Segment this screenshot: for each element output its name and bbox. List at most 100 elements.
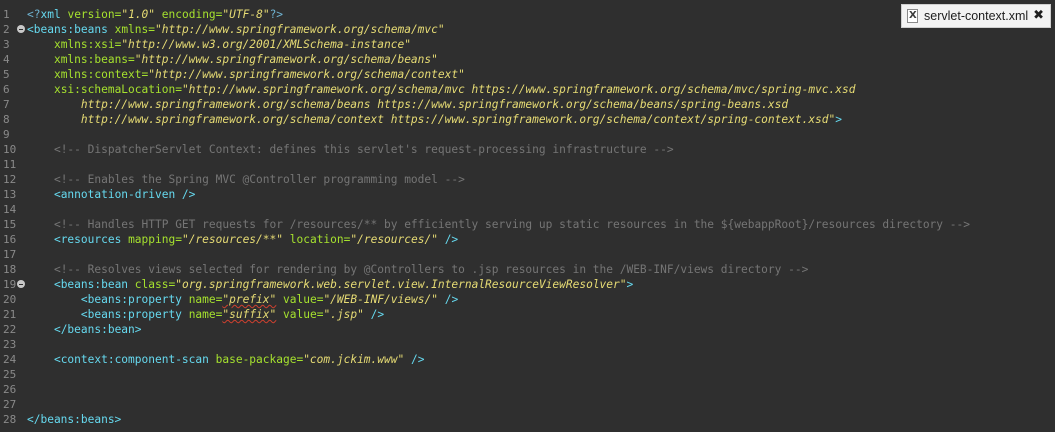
line-number: 8 bbox=[3, 113, 10, 126]
code-line[interactable]: 2 <beans:beans xmlns="http://www.springfr… bbox=[0, 22, 1055, 37]
code-token: <beans:property bbox=[80, 293, 182, 306]
code-text: <!-- DispatcherServlet Context: defines … bbox=[27, 142, 674, 157]
code-text: xmlns:xsi="http://www.w3.org/2001/XMLSch… bbox=[27, 37, 411, 52]
code-text: xmlns:beans="http://www.springframework.… bbox=[27, 52, 438, 67]
code-line[interactable]: 12 <!-- Enables the Spring MVC @Controll… bbox=[0, 172, 1055, 187]
code-line[interactable]: 5 xmlns:context="http://www.springframew… bbox=[0, 67, 1055, 82]
code-line[interactable]: 9 bbox=[0, 127, 1055, 142]
line-number: 6 bbox=[3, 83, 10, 96]
line-number: 16 bbox=[3, 233, 17, 246]
code-line[interactable]: 26 bbox=[0, 382, 1055, 397]
code-line[interactable]: 17 bbox=[0, 247, 1055, 262]
line-number: 19 bbox=[3, 278, 17, 291]
line-number: 1 bbox=[3, 8, 10, 21]
code-line[interactable]: 4 xmlns:beans="http://www.springframewor… bbox=[0, 52, 1055, 67]
code-token: > bbox=[626, 278, 634, 291]
code-token: <? bbox=[27, 8, 41, 21]
code-area[interactable]: 1 <?xml version="1.0" encoding="UTF-8"?> 2… bbox=[0, 7, 1055, 427]
code-line[interactable]: 19 <beans:bean class="org.springframewor… bbox=[0, 277, 1055, 292]
line-number: 12 bbox=[3, 173, 17, 186]
code-line[interactable]: 7 http://www.springframework.org/schema/… bbox=[0, 97, 1055, 112]
code-line[interactable]: 23 bbox=[0, 337, 1055, 352]
line-number: 27 bbox=[3, 398, 17, 411]
code-line[interactable]: 27 bbox=[0, 397, 1055, 412]
code-line[interactable]: 10 <!-- DispatcherServlet Context: defin… bbox=[0, 142, 1055, 157]
line-number: 5 bbox=[3, 68, 10, 81]
close-icon[interactable]: ✖ bbox=[1033, 5, 1044, 27]
tab-title: servlet-context.xml bbox=[924, 9, 1029, 23]
code-line[interactable]: 22 </beans:bean> bbox=[0, 322, 1055, 337]
line-number: 3 bbox=[3, 38, 10, 51]
line-number: 14 bbox=[3, 203, 17, 216]
line-number: 24 bbox=[3, 353, 17, 366]
code-token: xmlns= bbox=[114, 23, 155, 36]
code-text: </beans:beans> bbox=[27, 412, 121, 427]
line-number: 17 bbox=[3, 248, 17, 261]
fold-collapse-icon[interactable] bbox=[17, 25, 25, 33]
code-line[interactable]: 15 <!-- Handles HTTP GET requests for /r… bbox=[0, 217, 1055, 232]
code-line[interactable]: 24 <context:component-scan base-package=… bbox=[0, 352, 1055, 367]
code-text: <beans:bean class="org.springframework.w… bbox=[27, 277, 633, 292]
code-token: <beans:property bbox=[80, 308, 182, 321]
code-token: /> bbox=[410, 353, 425, 366]
code-text: xmlns:context="http://www.springframewor… bbox=[27, 67, 465, 82]
code-line[interactable]: 16 <resources mapping="/resources/**" lo… bbox=[0, 232, 1055, 247]
code-token: <annotation-driven /> bbox=[53, 188, 196, 201]
code-token: /> bbox=[444, 233, 459, 246]
code-line[interactable]: 14 bbox=[0, 202, 1055, 217]
code-line[interactable]: 28 </beans:beans> bbox=[0, 412, 1055, 427]
line-number: 2 bbox=[3, 23, 10, 36]
code-token: xmlns:context= bbox=[53, 68, 149, 81]
line-number: 25 bbox=[3, 368, 17, 381]
editor-tab[interactable]: X servlet-context.xml ✖ bbox=[901, 4, 1051, 28]
code-text: <context:component-scan base-package="co… bbox=[27, 352, 425, 367]
line-number: 9 bbox=[3, 128, 10, 141]
code-token: "/resources/**" bbox=[181, 233, 283, 246]
line-number: 15 bbox=[3, 218, 17, 231]
code-line[interactable]: 8 http://www.springframework.org/schema/… bbox=[0, 112, 1055, 127]
code-token: "suffix" bbox=[222, 308, 277, 321]
code-line[interactable]: 18 <!-- Resolves views selected for rend… bbox=[0, 262, 1055, 277]
code-text: http://www.springframework.org/schema/be… bbox=[27, 97, 788, 112]
code-line[interactable]: 6 xsi:schemaLocation="http://www.springf… bbox=[0, 82, 1055, 97]
code-token: <!-- Handles HTTP GET requests for /reso… bbox=[53, 218, 970, 231]
code-token: <resources bbox=[53, 233, 122, 246]
code-token: <context:component-scan bbox=[53, 353, 209, 366]
code-token: ?> bbox=[269, 8, 284, 21]
code-token: value= bbox=[283, 293, 324, 306]
code-token: <!-- Enables the Spring MVC @Controller … bbox=[53, 173, 465, 186]
code-line[interactable]: 20 <beans:property name="prefix" value="… bbox=[0, 292, 1055, 307]
code-line[interactable]: 11 bbox=[0, 157, 1055, 172]
code-token: "/resources/" bbox=[350, 233, 438, 246]
code-text: <beans:beans xmlns="http://www.springfra… bbox=[27, 22, 445, 37]
xml-editor[interactable]: 1 <?xml version="1.0" encoding="UTF-8"?> 2… bbox=[0, 0, 1055, 432]
code-line[interactable]: 1 <?xml version="1.0" encoding="UTF-8"?> bbox=[0, 7, 1055, 22]
code-line[interactable]: 21 <beans:property name="suffix" value="… bbox=[0, 307, 1055, 322]
code-token: "http://www.springframework.org/schema/m… bbox=[181, 83, 856, 96]
fold-collapse-icon[interactable] bbox=[17, 280, 25, 288]
code-line[interactable]: 25 bbox=[0, 367, 1055, 382]
code-token: <!-- DispatcherServlet Context: defines … bbox=[53, 143, 674, 156]
code-token: xsi:schemaLocation= bbox=[53, 83, 182, 96]
line-number: 10 bbox=[3, 143, 17, 156]
code-token: version= bbox=[67, 8, 122, 21]
code-token: xml bbox=[40, 8, 61, 21]
code-line[interactable]: 13 <annotation-driven /> bbox=[0, 187, 1055, 202]
code-token: mapping= bbox=[128, 233, 182, 246]
code-line[interactable]: 3 xmlns:xsi="http://www.w3.org/2001/XMLS… bbox=[0, 37, 1055, 52]
line-number: 26 bbox=[3, 383, 17, 396]
code-text: <!-- Handles HTTP GET requests for /reso… bbox=[27, 217, 970, 232]
line-number: 21 bbox=[3, 308, 17, 321]
code-text: </beans:bean> bbox=[27, 322, 142, 337]
